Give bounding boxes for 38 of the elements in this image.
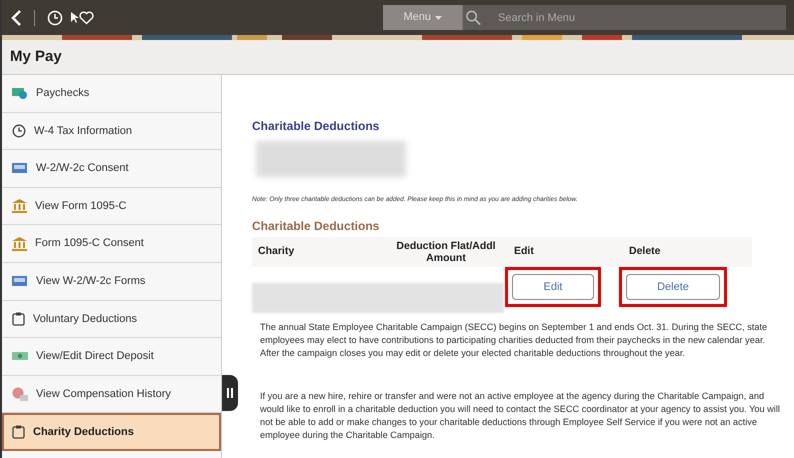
column-header: Edit — [513, 244, 535, 259]
clipboard-icon — [12, 312, 25, 326]
column-header: Deduction Flat/Addl Amount — [395, 240, 497, 264]
column-header: Delete — [628, 244, 662, 259]
section-heading: Charitable Deductions — [252, 218, 380, 235]
heart-icon[interactable] — [79, 10, 94, 24]
delete-button[interactable]: Delete — [626, 274, 720, 300]
section-heading: Charitable Deductions — [252, 118, 380, 135]
back-icon[interactable] — [10, 8, 22, 26]
bank-icon — [12, 199, 27, 214]
caret-icon — [435, 16, 442, 20]
chart-icon — [12, 387, 28, 402]
document-icon — [12, 162, 28, 174]
paragraph-text: The annual State Employee Charitable Campaign (SECC) begins on September 1 and ends Oct. 31. During the SECC, state employees may elect to have contributions to participating charities deducted from their paychecks in the new calendar year. After the campaign closes you may edit or delete your elected charitable deductions throughout the year. — [260, 320, 768, 360]
sidebar-item[interactable]: W-4 Tax Information — [2, 112, 221, 150]
sidebar-item[interactable]: Paychecks — [2, 75, 221, 113]
sidebar-item[interactable]: Form 1095-C Consent — [2, 225, 221, 263]
cursor-icon — [71, 12, 79, 24]
search-field[interactable]: Search in Menu — [484, 5, 786, 30]
history-icon[interactable] — [47, 10, 63, 26]
sidebar-item[interactable]: W-2/W-2c Consent — [2, 150, 221, 188]
clock-icon — [12, 124, 26, 138]
collapse-handle[interactable] — [222, 375, 238, 411]
page-title: My Pay — [10, 46, 62, 67]
sidebar-item[interactable]: Voluntary Deductions — [2, 300, 221, 338]
search-icon[interactable] — [462, 5, 484, 30]
money-icon — [12, 350, 28, 362]
column-header: Charity — [257, 244, 296, 259]
paragraph-text: If you are a new hire, rehire or transfer and were not an active employee at the agency during the Charitable Campaign, and would like to enroll in a charitable deduction you will need to contact the SECC coordinator at your agency to assist you. You will not be able to add or make changes to your charitable deductions through Employee Self Service if you were not an active employee during the Charitable Campaign. — [260, 390, 781, 442]
paycheck-icon — [12, 86, 28, 100]
document-icon — [12, 275, 28, 288]
sidebar-item[interactable]: View/Edit Direct Deposit — [2, 338, 221, 376]
sidebar-item[interactable]: Charity Deductions — [2, 413, 221, 451]
edit-button[interactable]: Edit — [512, 274, 594, 300]
clipboard-icon — [12, 425, 25, 440]
sidebar-item[interactable]: View Form 1095-C — [2, 188, 221, 226]
bank-icon — [12, 236, 27, 251]
sidebar-item[interactable]: View W-2/W-2c Forms — [2, 262, 221, 301]
